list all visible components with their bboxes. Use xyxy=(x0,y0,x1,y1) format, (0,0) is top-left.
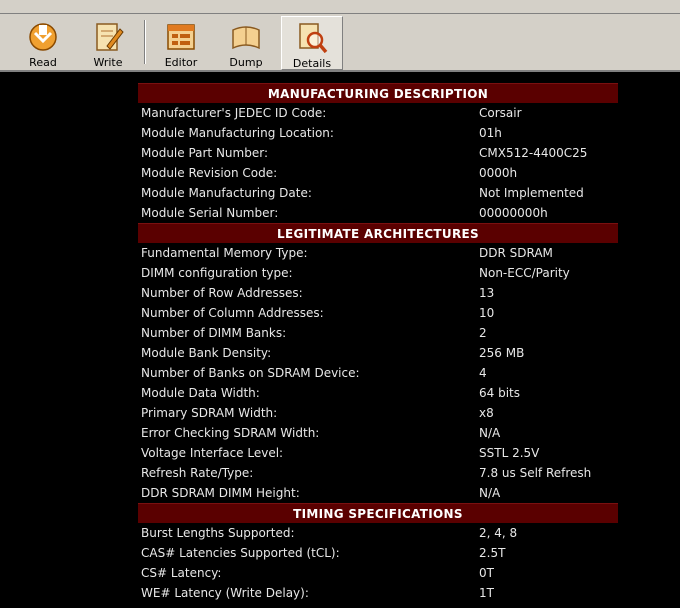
write-button[interactable]: Write xyxy=(79,16,137,70)
row-label: Module Part Number: xyxy=(141,146,268,160)
table-row: Manufacturer's JEDEC ID Code: Corsair xyxy=(138,103,618,123)
table-row: Number of DIMM Banks: 2 xyxy=(138,323,618,343)
row-value: 2 xyxy=(479,326,487,340)
row-value: 00000000h xyxy=(479,206,548,220)
editor-label: Editor xyxy=(164,56,198,69)
table-row: Module Manufacturing Date: Not Implemente… xyxy=(138,183,618,203)
row-value: Not Implemented xyxy=(479,186,584,200)
row-value: 2.5T xyxy=(479,546,506,560)
row-label: Number of DIMM Banks: xyxy=(141,326,287,340)
toolbar-separator xyxy=(144,20,146,64)
details-label: Details xyxy=(292,57,332,70)
dump-label: Dump xyxy=(229,56,263,69)
row-label: Refresh Rate/Type: xyxy=(141,466,254,480)
table-row: CAS# Latencies Supported (tCL): 2.5T xyxy=(138,543,618,563)
row-label: Module Serial Number: xyxy=(141,206,279,220)
table-row: DIMM configuration type: Non-ECC/Parity xyxy=(138,263,618,283)
row-value: CMX512-4400C25 xyxy=(479,146,588,160)
toolbar: Read Write Editor Dump Details xyxy=(0,14,680,72)
table-row: Fundamental Memory Type: DDR SDRAM xyxy=(138,243,618,263)
details-icon xyxy=(299,23,328,54)
row-value: 64 bits xyxy=(479,386,520,400)
editor-icon xyxy=(167,24,195,50)
table-row: Module Serial Number: 00000000h xyxy=(138,203,618,223)
row-value: 0000h xyxy=(479,166,518,180)
row-label: Manufacturer's JEDEC ID Code: xyxy=(141,106,327,120)
row-label: WE# Latency (Write Delay): xyxy=(141,586,309,600)
table-row: WE# Latency (Write Delay): 1T xyxy=(138,583,618,603)
table-row: Number of Column Addresses: 10 xyxy=(138,303,618,323)
row-label: Module Manufacturing Date: xyxy=(141,186,312,200)
row-label: DDR SDRAM DIMM Height: xyxy=(141,486,300,500)
table-row: Burst Lengths Supported: 2, 4, 8 xyxy=(138,523,618,543)
section-header: TIMING SPECIFICATIONS xyxy=(138,503,618,523)
write-label: Write xyxy=(93,56,123,69)
dump-button[interactable]: Dump xyxy=(217,16,275,70)
dump-icon xyxy=(232,26,260,50)
table-row: Primary SDRAM Width: x8 xyxy=(138,403,618,423)
row-label: Module Bank Density: xyxy=(141,346,272,360)
read-label: Read xyxy=(29,56,57,69)
row-value: Non-ECC/Parity xyxy=(479,266,570,280)
row-value: Corsair xyxy=(479,106,522,120)
details-panel[interactable]: MANUFACTURING DESCRIPTION Manufacturer's … xyxy=(0,74,680,608)
row-value: x8 xyxy=(479,406,494,420)
details-button[interactable]: Details xyxy=(281,16,343,70)
row-label: Burst Lengths Supported: xyxy=(141,526,295,540)
row-label: Module Data Width: xyxy=(141,386,260,400)
row-value: SSTL 2.5V xyxy=(479,446,540,460)
row-value: DDR SDRAM xyxy=(479,246,553,260)
table-row: Module Data Width: 64 bits xyxy=(138,383,618,403)
table-row: Module Manufacturing Location: 01h xyxy=(138,123,618,143)
section-header: MANUFACTURING DESCRIPTION xyxy=(138,83,618,103)
table-row: Module Revision Code: 0000h xyxy=(138,163,618,183)
row-label: CS# Latency: xyxy=(141,566,222,580)
write-icon xyxy=(96,23,124,51)
table-row: DDR SDRAM DIMM Height: N/A xyxy=(138,483,618,503)
row-label: Number of Banks on SDRAM Device: xyxy=(141,366,360,380)
table-row: CS# Latency: 0T xyxy=(138,563,618,583)
table-row: Number of Row Addresses: 13 xyxy=(138,283,618,303)
row-label: Number of Column Addresses: xyxy=(141,306,324,320)
menu-strip xyxy=(0,0,680,14)
table-row: Number of Banks on SDRAM Device: 4 xyxy=(138,363,618,383)
row-value: 1T xyxy=(479,586,494,600)
row-value: N/A xyxy=(479,486,501,500)
row-value: 4 xyxy=(479,366,487,380)
row-value: 7.8 us Self Refresh xyxy=(479,466,592,480)
editor-button[interactable]: Editor xyxy=(152,16,210,70)
row-value: 256 MB xyxy=(479,346,525,360)
table-row: Module Part Number: CMX512-4400C25 xyxy=(138,143,618,163)
row-label: Number of Row Addresses: xyxy=(141,286,303,300)
spd-details-table: MANUFACTURING DESCRIPTION Manufacturer's … xyxy=(138,83,618,603)
read-icon xyxy=(29,23,57,51)
row-label: Voltage Interface Level: xyxy=(141,446,284,460)
read-button[interactable]: Read xyxy=(14,16,72,70)
row-label: DIMM configuration type: xyxy=(141,266,293,280)
table-row: Error Checking SDRAM Width: N/A xyxy=(138,423,618,443)
table-row: Voltage Interface Level: SSTL 2.5V xyxy=(138,443,618,463)
row-value: 10 xyxy=(479,306,495,320)
row-label: Fundamental Memory Type: xyxy=(141,246,308,260)
row-value: 01h xyxy=(479,126,502,140)
row-label: Module Revision Code: xyxy=(141,166,278,180)
row-label: CAS# Latencies Supported (tCL): xyxy=(141,546,340,560)
table-row: Module Bank Density: 256 MB xyxy=(138,343,618,363)
row-value: 2, 4, 8 xyxy=(479,526,518,540)
row-value: N/A xyxy=(479,426,501,440)
row-value: 0T xyxy=(479,566,494,580)
row-value: 13 xyxy=(479,286,495,300)
row-label: Primary SDRAM Width: xyxy=(141,406,278,420)
table-row: Refresh Rate/Type: 7.8 us Self Refresh xyxy=(138,463,618,483)
row-label: Module Manufacturing Location: xyxy=(141,126,334,140)
section-header: LEGITIMATE ARCHITECTURES xyxy=(138,223,618,243)
row-label: Error Checking SDRAM Width: xyxy=(141,426,320,440)
